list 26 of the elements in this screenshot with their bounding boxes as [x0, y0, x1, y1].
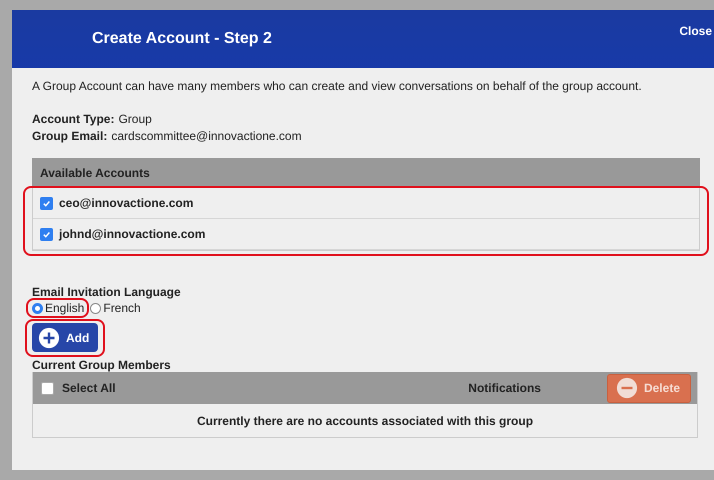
account-row[interactable]: ceo@innovactione.com [33, 188, 699, 219]
checkmark-icon [42, 230, 51, 238]
description-text: A Group Account can have many members who can create and view conversations on behalf of the group account. [32, 79, 643, 93]
section-heading: Current Group Members [32, 358, 172, 372]
radio-option[interactable]: English [32, 301, 84, 315]
dialog-title: Create Account - Step 2 [92, 30, 272, 48]
account-email: johnd@innovactione.com [59, 227, 206, 241]
close-button[interactable]: Close [679, 24, 712, 38]
field-label: Account Type: [32, 112, 114, 126]
account-email: ceo@innovactione.com [59, 196, 194, 210]
section-heading: Email Invitation Language [32, 285, 182, 299]
empty-message: Currently there are no accounts associated with this group [196, 412, 534, 430]
field-label: Group Email: [32, 129, 108, 143]
field-value: Group [118, 112, 152, 126]
column-heading: Notifications [468, 381, 541, 395]
table-heading: Available Accounts [40, 166, 150, 180]
field-value: cardscommittee@innovactione.com [111, 129, 302, 143]
minus-icon [616, 377, 638, 399]
plus-icon [38, 326, 60, 348]
checkbox[interactable] [40, 196, 53, 210]
checkmark-icon [42, 198, 51, 208]
account-row[interactable]: johnd@innovactione.com [33, 219, 699, 250]
radio-option[interactable]: French [90, 301, 141, 315]
select-all-checkbox[interactable]: Select All [41, 381, 116, 395]
add-button[interactable]: Add [32, 323, 98, 352]
checkbox[interactable] [40, 228, 53, 240]
